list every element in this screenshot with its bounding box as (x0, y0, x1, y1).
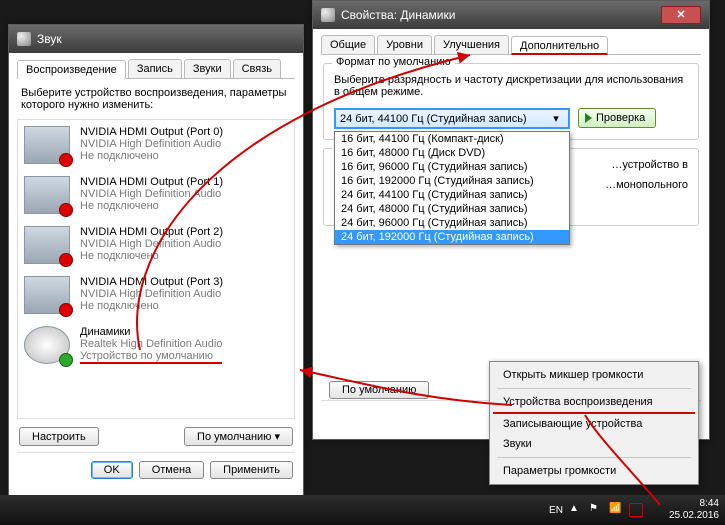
lang-indicator[interactable]: EN (549, 505, 563, 516)
device-name: NVIDIA HDMI Output (Port 0) (80, 126, 223, 138)
device-state: Не подключено (80, 150, 223, 162)
device-list[interactable]: NVIDIA HDMI Output (Port 0) NVIDIA High … (17, 119, 295, 419)
dropdown-option[interactable]: 24 бит, 48000 Гц (Студийная запись) (335, 202, 569, 216)
group-text: Выберите разрядность и частоту дискретиз… (334, 74, 688, 98)
sound-window: Звук Воспроизведение Запись Звуки Связь … (8, 24, 304, 496)
device-row[interactable]: NVIDIA HDMI Output (Port 3) NVIDIA High … (18, 270, 294, 320)
dropdown-option[interactable]: 16 бит, 48000 Гц (Диск DVD) (335, 146, 569, 160)
device-row[interactable]: NVIDIA HDMI Output (Port 0) NVIDIA High … (18, 120, 294, 170)
sound-titlebar[interactable]: Звук (9, 25, 303, 53)
tab-enhance[interactable]: Улучшения (434, 35, 509, 54)
device-driver: NVIDIA High Definition Audio (80, 188, 223, 200)
tab-levels[interactable]: Уровни (377, 35, 432, 54)
device-name: NVIDIA HDMI Output (Port 2) (80, 226, 223, 238)
props-tabs: Общие Уровни Улучшения Дополнительно (321, 35, 701, 55)
device-driver: NVIDIA High Definition Audio (80, 238, 223, 250)
props-titlebar[interactable]: Свойства: Динамики ✕ (313, 1, 709, 29)
sound-tabs: Воспроизведение Запись Звуки Связь (17, 59, 295, 79)
device-name: NVIDIA HDMI Output (Port 3) (80, 276, 223, 288)
close-icon[interactable]: ✕ (661, 6, 701, 24)
dropdown-option[interactable]: 16 бит, 96000 Гц (Студийная запись) (335, 160, 569, 174)
tray-icon[interactable] (649, 503, 663, 517)
format-dropdown[interactable]: 16 бит, 44100 Гц (Компакт-диск) 16 бит, … (334, 131, 570, 245)
tab-comm[interactable]: Связь (233, 59, 281, 78)
tray-context-menu: Открыть микшер громкости Устройства восп… (489, 361, 699, 485)
device-state: Устройство по умолчанию (80, 350, 222, 364)
menu-sounds[interactable]: Звуки (493, 434, 695, 454)
default-format-group: Формат по умолчанию Выберите разрядность… (323, 63, 699, 140)
ok-button[interactable]: OK (91, 461, 133, 479)
device-state: Не подключено (80, 200, 223, 212)
device-name: Динамики (80, 326, 222, 338)
device-name: NVIDIA HDMI Output (Port 1) (80, 176, 223, 188)
tab-record[interactable]: Запись (128, 59, 182, 78)
action-center-icon[interactable]: ⚑ (589, 503, 603, 517)
shield-icon (321, 8, 335, 22)
tray-icon[interactable]: ▲ (569, 503, 583, 517)
speaker-icon (24, 326, 70, 364)
sound-hint: Выберите устройство воспроизведения, пар… (17, 79, 295, 119)
monitor-icon (24, 176, 70, 214)
sound-title: Звук (37, 32, 62, 46)
device-row[interactable]: NVIDIA HDMI Output (Port 2) NVIDIA High … (18, 220, 294, 270)
apply-button[interactable]: Применить (210, 461, 293, 479)
tab-general[interactable]: Общие (321, 35, 375, 54)
system-tray: EN ▲ ⚑ 📶 8:44 25.02.2016 (549, 498, 719, 522)
clock-date: 25.02.2016 (669, 510, 719, 522)
menu-volume-options[interactable]: Параметры громкости (493, 461, 695, 481)
network-icon[interactable]: 📶 (609, 503, 623, 517)
taskbar: EN ▲ ⚑ 📶 8:44 25.02.2016 (0, 495, 725, 525)
clock-time: 8:44 (669, 498, 719, 510)
restore-defaults-button[interactable]: По умолчанию (329, 381, 429, 399)
device-row[interactable]: NVIDIA HDMI Output (Port 1) NVIDIA High … (18, 170, 294, 220)
tab-sounds[interactable]: Звуки (184, 59, 231, 78)
chevron-down-icon: ▾ (548, 112, 564, 125)
device-driver: Realtek High Definition Audio (80, 338, 222, 350)
volume-icon[interactable] (629, 503, 643, 517)
dropdown-option[interactable]: 16 бит, 192000 Гц (Студийная запись) (335, 174, 569, 188)
device-state: Не подключено (80, 250, 223, 262)
shield-icon (17, 32, 31, 46)
menu-playback-devices[interactable]: Устройства воспроизведения (493, 392, 695, 414)
menu-open-mixer[interactable]: Открыть микшер громкости (493, 365, 695, 385)
combo-value: 24 бит, 44100 Гц (Студийная запись) (340, 113, 527, 125)
dropdown-option[interactable]: 16 бит, 44100 Гц (Компакт-диск) (335, 132, 569, 146)
dropdown-option-selected[interactable]: 24 бит, 192000 Гц (Студийная запись) (335, 230, 569, 244)
group-legend: Формат по умолчанию (332, 56, 455, 68)
monitor-icon (24, 126, 70, 164)
cancel-button[interactable]: Отмена (139, 461, 204, 479)
props-title: Свойства: Динамики (341, 8, 455, 22)
device-driver: NVIDIA High Definition Audio (80, 138, 223, 150)
set-default-button[interactable]: По умолчанию ▾ (184, 427, 293, 446)
device-row-default[interactable]: Динамики Realtek High Definition Audio У… (18, 320, 294, 370)
dropdown-option[interactable]: 24 бит, 96000 Гц (Студийная запись) (335, 216, 569, 230)
clock[interactable]: 8:44 25.02.2016 (669, 498, 719, 522)
configure-button[interactable]: Настроить (19, 427, 99, 446)
menu-recording-devices[interactable]: Записывающие устройства (493, 414, 695, 434)
play-icon (585, 113, 592, 123)
format-combobox[interactable]: 24 бит, 44100 Гц (Студийная запись) ▾ 16… (334, 108, 570, 129)
device-driver: NVIDIA High Definition Audio (80, 288, 223, 300)
monitor-icon (24, 226, 70, 264)
monitor-icon (24, 276, 70, 314)
dropdown-option[interactable]: 24 бит, 44100 Гц (Студийная запись) (335, 188, 569, 202)
tab-advanced[interactable]: Дополнительно (511, 36, 608, 55)
device-state: Не подключено (80, 300, 223, 312)
tab-playback[interactable]: Воспроизведение (17, 60, 126, 79)
test-button[interactable]: Проверка (578, 108, 656, 128)
